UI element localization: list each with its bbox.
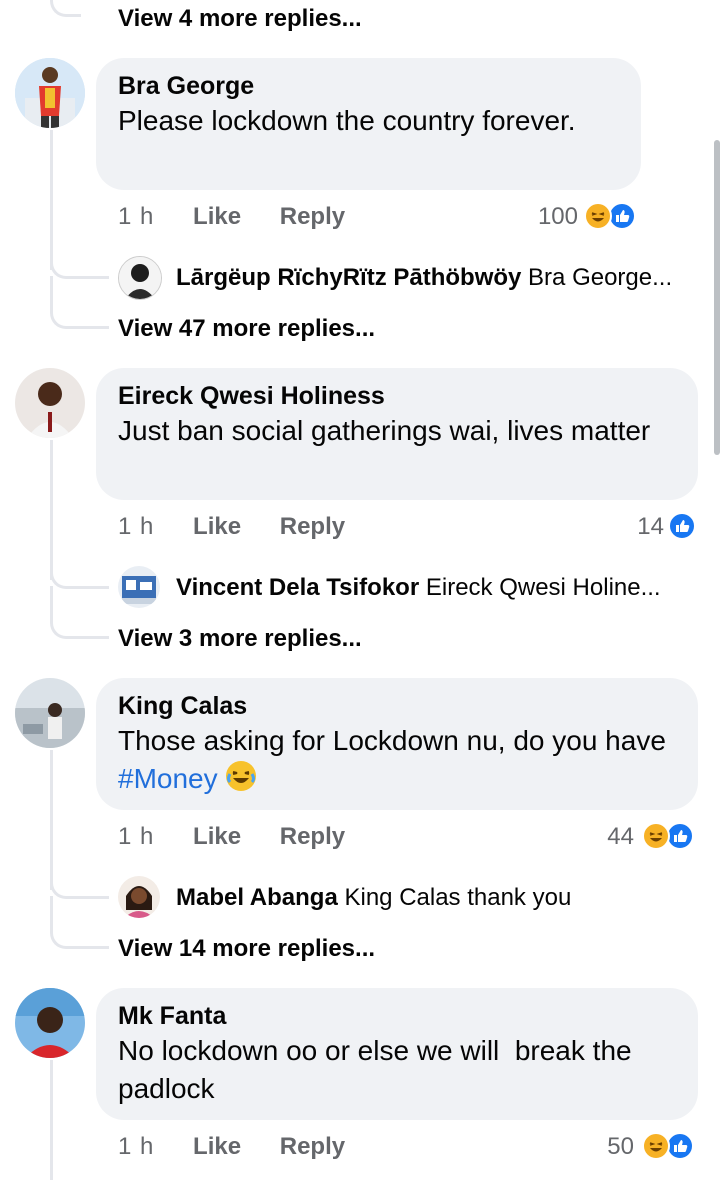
person-photo-icon (15, 678, 85, 748)
thread-connector (50, 276, 109, 329)
thread-connector (50, 860, 109, 899)
reaction-summary[interactable]: 100 (538, 203, 578, 231)
comment-text: No lockdown oo or else we will break the… (118, 1035, 640, 1104)
reaction-icons[interactable] (642, 822, 698, 852)
hashtag-link[interactable]: #Money (118, 763, 218, 794)
thread-connector (50, 550, 109, 589)
reaction-count: 100 (537, 203, 578, 230)
avatar[interactable] (118, 876, 160, 918)
avatar[interactable] (118, 256, 162, 300)
comment-text: Those asking for Lockdown nu, do you hav… (118, 725, 666, 794)
reaction-icons[interactable] (584, 202, 640, 232)
comment-author[interactable]: Eireck Qwesi Holiness (118, 380, 676, 412)
comment-bubble[interactable]: Mk Fanta No lockdown oo or else we will … (96, 988, 698, 1120)
reaction-count: 44 (607, 823, 634, 850)
avatar[interactable] (118, 566, 160, 608)
thread-line (50, 1060, 53, 1180)
person-photo-icon (15, 58, 85, 128)
comment-time: 1 h (118, 1133, 155, 1160)
reaction-count: 50 (607, 1133, 634, 1160)
like-button[interactable]: Like (193, 823, 241, 851)
comment-actions: 1 h Like Reply (118, 823, 377, 851)
view-more-replies-link[interactable]: View 47 more replies... (118, 315, 375, 343)
laughing-emoji-icon (225, 760, 257, 792)
comment-text: Just ban social gatherings wai, lives ma… (118, 415, 651, 446)
comment-bubble[interactable]: King Calas Those asking for Lockdown nu,… (96, 678, 698, 810)
view-more-replies-link[interactable]: View 14 more replies... (118, 935, 375, 963)
like-button[interactable]: Like (193, 513, 241, 541)
comment-author[interactable]: Mk Fanta (118, 1000, 676, 1032)
reply-author[interactable]: Vincent Dela Tsifokor (176, 574, 419, 601)
reaction-icons[interactable] (668, 512, 698, 542)
reaction-summary[interactable]: 14 (637, 513, 664, 541)
comment-time: 1 h (118, 823, 155, 850)
thread-connector (50, 240, 109, 279)
person-photo-icon (119, 257, 161, 299)
reply-button[interactable]: Reply (280, 823, 345, 851)
comment-actions: 1 h Like Reply (118, 203, 377, 231)
like-button[interactable]: Like (193, 1133, 241, 1161)
haha-reaction-icon (642, 822, 670, 850)
comment-actions: 1 h Like Reply (118, 513, 377, 541)
reply-button[interactable]: Reply (280, 1133, 345, 1161)
thread-connector (50, 586, 109, 639)
comment-text: Please lockdown the country forever. (118, 105, 576, 136)
person-photo-icon (118, 876, 160, 918)
reaction-summary[interactable]: 50 (607, 1133, 634, 1161)
reply-button[interactable]: Reply (280, 513, 345, 541)
reply-snippet: King Calas thank you (344, 884, 572, 911)
comment-actions: 1 h Like Reply (118, 1133, 377, 1161)
like-reaction-icon (608, 202, 636, 230)
comment-bubble[interactable]: Eireck Qwesi Holiness Just ban social ga… (96, 368, 698, 500)
reply-snippet: Bra George... (528, 264, 673, 291)
avatar[interactable] (15, 678, 85, 748)
haha-reaction-icon (584, 202, 612, 230)
reaction-icons[interactable] (642, 1132, 698, 1162)
person-photo-icon (15, 368, 85, 438)
like-button[interactable]: Like (193, 203, 241, 231)
comment-time: 1 h (118, 203, 155, 230)
scrollbar[interactable] (714, 140, 720, 455)
view-more-replies-link[interactable]: View 3 more replies... (118, 625, 362, 653)
like-reaction-icon (666, 1132, 694, 1160)
reply-author[interactable]: Lārgëup RïchyRïtz Pāthöbwöy (176, 264, 521, 291)
like-reaction-icon (666, 822, 694, 850)
avatar[interactable] (15, 58, 85, 128)
person-photo-icon (15, 988, 85, 1058)
person-photo-icon (118, 566, 160, 608)
view-more-replies-link[interactable]: View 4 more replies... (118, 5, 362, 33)
avatar[interactable] (15, 368, 85, 438)
like-reaction-icon (668, 512, 696, 540)
comment-time: 1 h (118, 513, 155, 540)
thread-connector (50, 0, 81, 17)
haha-reaction-icon (642, 1132, 670, 1160)
reaction-summary[interactable]: 44 (607, 823, 634, 851)
reply-author[interactable]: Mabel Abanga (176, 884, 338, 911)
reply-button[interactable]: Reply (280, 203, 345, 231)
reaction-count: 14 (637, 513, 664, 540)
reply-snippet: Eireck Qwesi Holine... (425, 574, 661, 601)
comment-author[interactable]: Bra George (118, 70, 619, 102)
comment-bubble[interactable]: Bra George Please lockdown the country f… (96, 58, 641, 190)
avatar[interactable] (15, 988, 85, 1058)
comment-author[interactable]: King Calas (118, 690, 676, 722)
thread-connector (50, 896, 109, 949)
